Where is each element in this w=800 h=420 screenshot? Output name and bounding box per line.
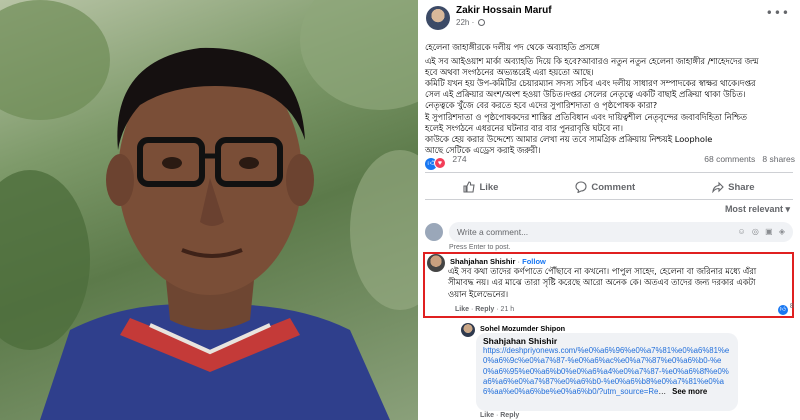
replier-avatar[interactable] [461, 323, 475, 337]
reply-like-button[interactable]: Like [480, 412, 494, 419]
comment-label: Comment [591, 181, 636, 193]
author-avatar[interactable] [426, 6, 450, 30]
post-text: হেলেনা জাহাঙ্গীরকে দলীয় পদ থেকে অব্যাহত… [425, 42, 795, 156]
reply-bubble: Shahjahan Shishir https://deshpriyonews.… [476, 333, 738, 411]
like-reaction-icon: 👍︎ [777, 305, 788, 315]
reply-link-text: https://deshpriyonews.com/%e0%a6%96%e0%a… [483, 346, 730, 397]
replier-name[interactable]: Sohel Mozumder Shipon [480, 324, 565, 333]
comment-reactions[interactable]: 👍︎ 8 [777, 301, 794, 315]
sort-label: Most relevant [724, 204, 783, 214]
facebook-post: Zakir Hossain Maruf 22h · ••• হেলেনা জাহ… [418, 0, 800, 420]
comment-placeholder: Write a comment... [457, 227, 529, 237]
comment-icon [575, 181, 587, 193]
composer-hint: Press Enter to post. [449, 244, 511, 251]
commenter-avatar[interactable] [427, 254, 445, 272]
share-icon [712, 181, 724, 193]
author-name[interactable]: Zakir Hossain Maruf [456, 5, 552, 16]
thumbs-up-icon [463, 181, 476, 193]
comment-button[interactable]: Comment [575, 181, 635, 193]
current-user-avatar [425, 223, 443, 241]
post-line: নেতৃত্বকে খুঁজে বের করতে হবে এদের সুপারি… [425, 100, 658, 111]
reply-mention[interactable]: Shahjahan Shishir [483, 336, 731, 346]
reply-actions: Like · Reply [480, 412, 520, 419]
composer-emoji-icons[interactable]: ☺ ◎ ▣ ◈ [737, 227, 787, 236]
globe-icon [478, 19, 486, 26]
commenter-header: Shahjahan Shishir · Follow [450, 257, 546, 266]
comment-actions: Like · Reply · 21 h [455, 306, 515, 313]
comment-input[interactable]: Write a comment... ☺ ◎ ▣ ◈ [449, 222, 793, 242]
share-label: Share [728, 181, 755, 193]
post-time[interactable]: 22h [456, 18, 469, 27]
comment-like-button[interactable]: Like [455, 306, 469, 313]
divider [425, 199, 793, 200]
divider [425, 172, 793, 173]
post-meta: 22h · [456, 18, 486, 27]
post-line: এই সব আইওয়াশ মার্কা অব্যাহতি দিয়ে কি হ… [425, 56, 759, 67]
post-line: হেলেনা জাহাঙ্গীরকে দলীয় পদ থেকে অব্যাহত… [425, 42, 600, 52]
more-dots-icon[interactable]: ••• [766, 6, 790, 20]
love-reaction-icon[interactable]: ♥ [434, 157, 446, 169]
post-line: হলেই সংগঠনে এধরনের ঘটনার বার বার পুনরাবৃ… [425, 122, 624, 133]
reply-reply-button[interactable]: Reply [500, 412, 519, 419]
like-button[interactable]: Like [463, 181, 498, 193]
share-button[interactable]: Share [712, 181, 755, 193]
comment-sort-dropdown[interactable]: Most relevant ▾ [725, 204, 790, 215]
post-line: হবে অথবা সংগঠনের অভ্যন্তরেই এরা হয়তো আছ… [425, 67, 594, 78]
commenter-name[interactable]: Shahjahan Shishir [450, 257, 515, 266]
person-illustration [0, 0, 418, 420]
comment-reaction-count: 8 [789, 301, 794, 310]
post-line: সেল এই প্রক্রিয়ার অংশ/অংশ হওয়া উচিত।দপ… [425, 89, 746, 100]
comments-count[interactable]: 68 comments [704, 154, 755, 164]
follow-button[interactable]: Follow [522, 257, 546, 266]
post-line: কমিটি যখন হয় উপ-কমিটির চেয়ারম্যান সদস্… [425, 78, 756, 89]
comment-composer: Write a comment... ☺ ◎ ▣ ◈ [425, 222, 793, 242]
comment-text: এই সব কথা তাদের কর্ণপাতে পৌঁছাবে না কখনো… [448, 266, 757, 299]
post-header: Zakir Hossain Maruf 22h · ••• [418, 0, 800, 36]
post-actions: Like Comment Share [425, 176, 793, 198]
comment-reply-button[interactable]: Reply [475, 306, 494, 313]
comment-time[interactable]: 21 h [501, 306, 515, 313]
see-more-link[interactable]: See more [672, 387, 707, 396]
profile-photo [0, 0, 418, 420]
post-line: ই সুপারিশদাতা ও পৃষ্ঠপোষকদের শাস্তির প্র… [425, 111, 747, 122]
reaction-count[interactable]: 274 [452, 154, 466, 164]
shares-count[interactable]: 8 shares [762, 154, 795, 164]
post-line: কাউকে হেয় করার উদ্দেশ্যে আমার লেখা নয় … [425, 133, 713, 144]
reactions-bar: 👍︎ ♥ 274 68 comments 8 shares [425, 154, 795, 170]
like-label: Like [479, 181, 499, 193]
